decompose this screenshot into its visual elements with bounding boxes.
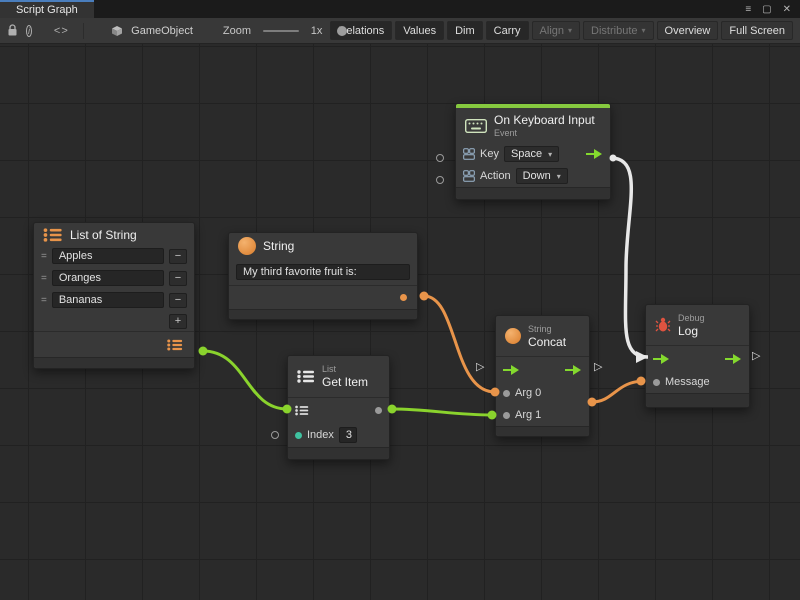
wire-knob[interactable] — [283, 405, 292, 414]
key-external-port[interactable] — [436, 154, 444, 162]
distribute-dropdown[interactable]: Distribute ▾ — [583, 21, 653, 40]
zoom-slider-handle[interactable] — [337, 26, 347, 36]
wire-knob[interactable] — [491, 388, 500, 397]
code-icon[interactable]: <> — [54, 25, 69, 37]
window-controls: ≡ ▢ ✕ — [736, 0, 800, 18]
fullscreen-button[interactable]: Full Screen — [721, 21, 793, 40]
align-label: Align — [540, 25, 564, 37]
relation-triangle-icon: ▷ — [752, 350, 760, 362]
window-maximize-icon[interactable]: ▢ — [762, 4, 771, 15]
wire-knob[interactable] — [610, 155, 617, 162]
lock-icon[interactable] — [7, 24, 18, 37]
window-menu-icon[interactable]: ≡ — [745, 4, 751, 15]
distribute-label: Distribute — [591, 25, 637, 37]
wire-keyboard-to-log[interactable] — [611, 158, 648, 357]
align-dropdown[interactable]: Align ▾ — [532, 21, 580, 40]
wire-layer — [0, 44, 800, 600]
chevron-down-icon: ▾ — [642, 26, 646, 35]
carry-toggle[interactable]: Carry — [486, 21, 529, 40]
index-external-port[interactable] — [271, 431, 279, 439]
fullscreen-label: Full Screen — [729, 25, 785, 37]
tab-title: Script Graph — [16, 4, 78, 16]
tab-script-graph[interactable]: Script Graph — [0, 0, 94, 18]
dim-label: Dim — [455, 25, 475, 37]
overview-label: Overview — [665, 25, 711, 37]
wire-concat-to-log[interactable] — [592, 381, 645, 402]
wire-knob[interactable] — [420, 292, 429, 301]
wire-arrowhead — [636, 351, 648, 363]
wire-knob[interactable] — [388, 405, 397, 414]
wire-getitem-to-concat[interactable] — [392, 409, 492, 415]
info-icon[interactable]: i — [26, 25, 32, 37]
graph-toolbar: i <> GameObject Zoom 1x Relations Values… — [0, 18, 800, 44]
action-external-port[interactable] — [436, 176, 444, 184]
tab-bar: Script Graph ≡ ▢ ✕ — [0, 0, 800, 18]
wire-knob[interactable] — [199, 347, 208, 356]
gameobject-cube-icon — [111, 25, 123, 37]
values-label: Values — [403, 25, 436, 37]
dim-toggle[interactable]: Dim — [447, 21, 483, 40]
window-close-icon[interactable]: ✕ — [783, 4, 791, 15]
zoom-label: Zoom — [223, 25, 251, 37]
gameobject-breadcrumb[interactable]: GameObject — [131, 25, 193, 37]
chevron-down-icon: ▾ — [568, 26, 572, 35]
overview-button[interactable]: Overview — [657, 21, 719, 40]
wire-knob[interactable] — [488, 411, 497, 420]
graph-canvas[interactable]: On Keyboard Input Event Key Space ▾ — [0, 44, 800, 600]
wire-knob[interactable] — [588, 398, 597, 407]
wire-list-to-getitem[interactable] — [203, 351, 287, 409]
toolbar-button-group: Relations Values Dim Carry Align ▾ Distr… — [330, 21, 793, 40]
relation-triangle-icon: ▷ — [594, 361, 602, 373]
wire-string-to-concat[interactable] — [424, 296, 495, 392]
zoom-value: 1x — [311, 25, 323, 37]
wire-knob[interactable] — [637, 377, 646, 386]
relation-triangle-icon: ▷ — [476, 361, 484, 373]
zoom-slider[interactable] — [263, 30, 299, 32]
script-graph-window: Script Graph ≡ ▢ ✕ i <> GameObject Zoom … — [0, 0, 800, 600]
carry-label: Carry — [494, 25, 521, 37]
values-toggle[interactable]: Values — [395, 21, 444, 40]
